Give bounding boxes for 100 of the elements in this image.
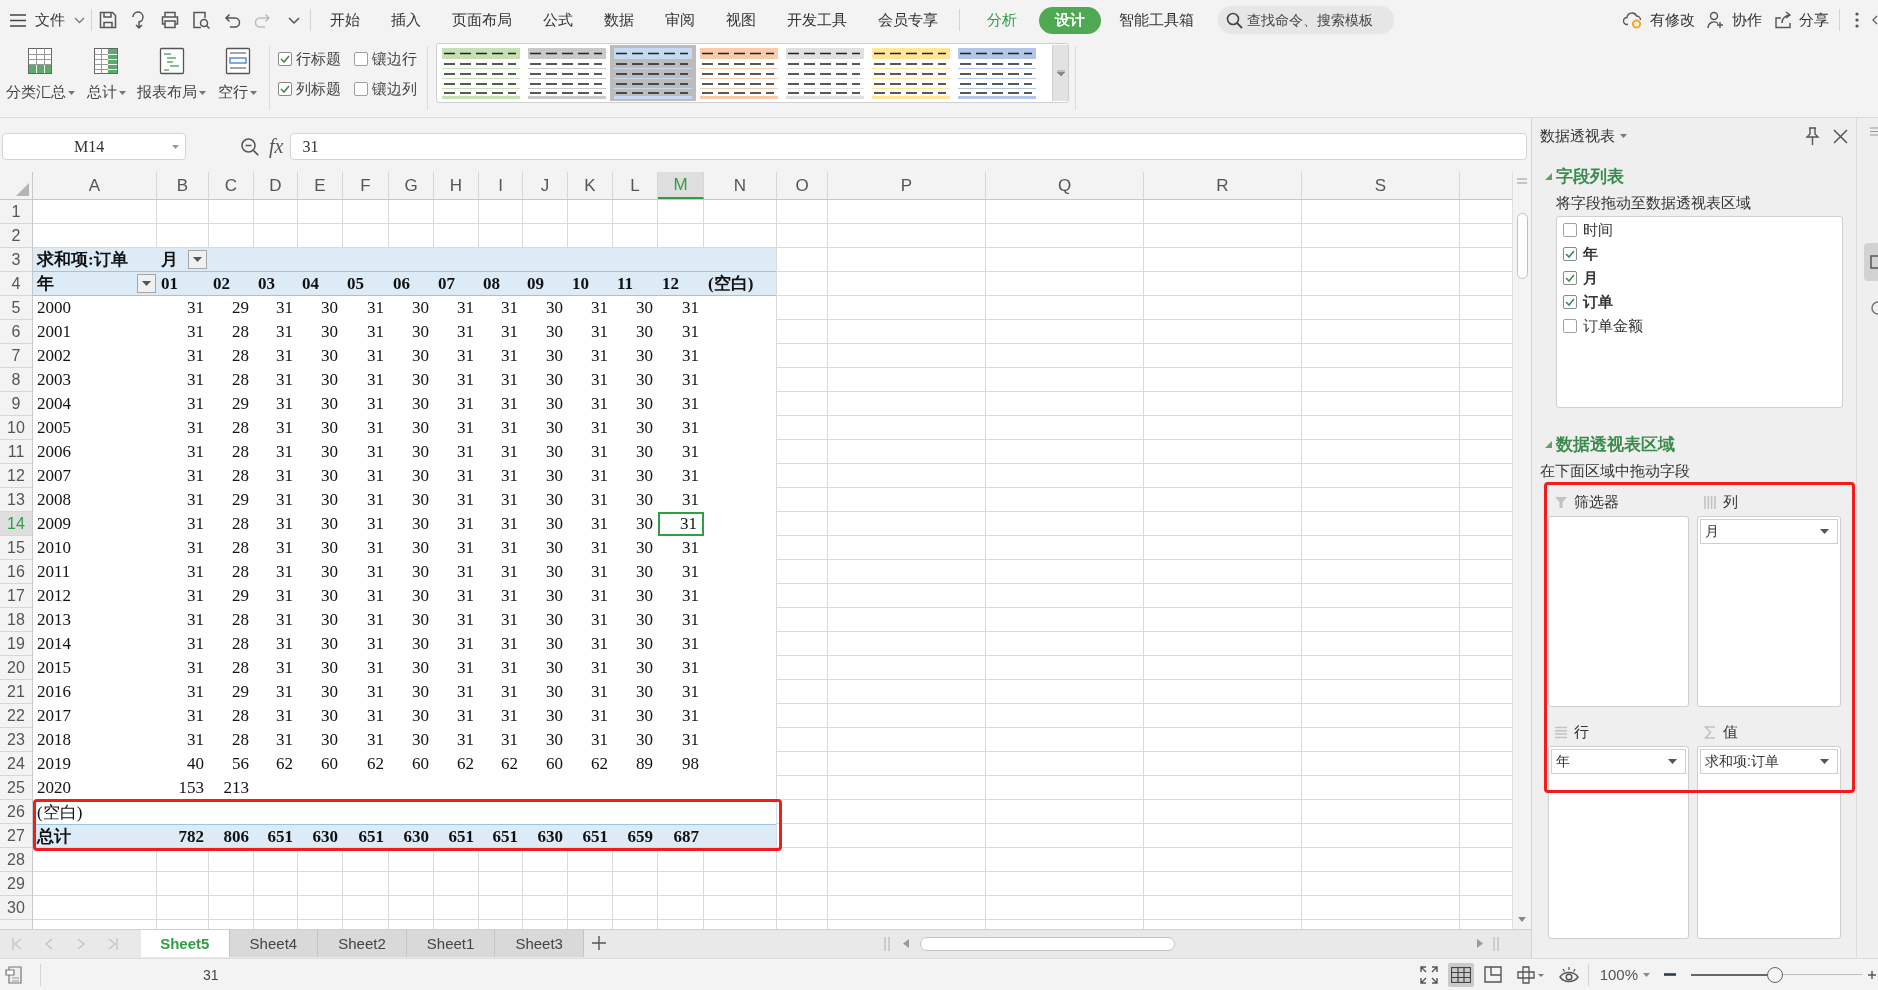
filter-dropdown-button[interactable] [137,274,156,293]
sheet-tab[interactable]: Sheet3 [495,930,584,957]
column-header[interactable]: A [33,172,157,199]
scroll-left-icon[interactable] [903,939,909,948]
grip-icon[interactable] [1493,936,1499,951]
checkbox[interactable] [1563,295,1577,309]
row-header[interactable]: 5 [0,296,32,320]
column-header[interactable]: D [254,172,298,199]
row-header[interactable]: 26 [0,800,32,824]
row-header[interactable]: 1 [0,200,32,224]
ribbon-tab[interactable]: 开始 [314,6,375,34]
ribbon-tab[interactable]: 公式 [527,6,588,34]
ribbon-tab[interactable]: 视图 [710,6,771,34]
checkbox[interactable] [1563,247,1577,261]
field-name[interactable]: 订单金额 [1583,316,1643,336]
table-style-option[interactable] [610,45,696,101]
row-header[interactable]: 7 [0,344,32,368]
selected-cell[interactable]: 31 [658,512,704,536]
ribbon-tab[interactable]: 开发工具 [771,6,862,34]
row-header[interactable]: 16 [0,560,32,584]
ribbon-tab[interactable]: 数据 [588,6,649,34]
column-header[interactable]: G [389,172,434,199]
field-dropdown[interactable]: 年 [1551,749,1686,774]
toolbar-action-button[interactable]: 有修改 [1623,10,1695,30]
vertical-scrollbar[interactable] [1512,172,1531,929]
sheet-tab[interactable]: Sheet4 [229,930,319,957]
field-name[interactable]: 月 [1583,268,1598,288]
column-header[interactable]: Q [986,172,1144,199]
gallery-more-button[interactable] [1052,45,1068,101]
row-header[interactable]: 19 [0,632,32,656]
row-header[interactable]: 21 [0,680,32,704]
column-header[interactable]: F [343,172,389,199]
column-header[interactable]: H [434,172,479,199]
checkbox[interactable] [278,52,292,66]
checkbox[interactable] [278,82,292,96]
ribbon-button[interactable]: 报表布局 [137,46,206,102]
column-header[interactable]: O [777,172,828,199]
ribbon-tab[interactable]: 插入 [375,6,436,34]
ribbon-button[interactable]: 空行 [217,46,258,102]
slider-thumb[interactable] [1766,966,1783,983]
collapse-triangle-icon[interactable] [1545,172,1552,180]
column-header[interactable]: N [704,172,777,199]
row-header[interactable]: 12 [0,464,32,488]
column-header[interactable]: J [523,172,568,199]
name-box[interactable]: M14 [2,133,186,160]
collapse-triangle-icon[interactable] [1545,440,1552,448]
sheet-tab[interactable]: Sheet1 [406,930,496,957]
row-header[interactable]: 30 [0,896,32,920]
checkbox-label[interactable]: 行标题 [296,49,341,69]
row-header[interactable]: 20 [0,656,32,680]
checkbox[interactable] [354,52,368,66]
row-header[interactable]: 24 [0,752,32,776]
printer-icon[interactable] [160,10,180,30]
scroll-right-icon[interactable] [1477,939,1483,948]
field-name[interactable]: 时间 [1583,220,1613,240]
column-header[interactable]: K [568,172,613,199]
row-header[interactable]: 17 [0,584,32,608]
checkbox[interactable] [354,82,368,96]
ribbon-tab[interactable]: 智能工具箱 [1103,6,1209,34]
checkbox-label[interactable]: 镶边列 [372,79,417,99]
column-header[interactable]: C [209,172,254,199]
checkbox[interactable] [1563,319,1577,333]
ribbon-tab[interactable]: 审阅 [649,6,710,34]
scroll-down-icon[interactable] [1518,917,1526,922]
scrollbar-thumb[interactable] [920,936,1175,951]
row-header[interactable]: 6 [0,320,32,344]
column-header[interactable]: B [157,172,209,199]
row-header[interactable]: 10 [0,416,32,440]
row-header[interactable]: 15 [0,536,32,560]
column-header[interactable]: P [828,172,986,199]
ribbon-button[interactable]: 分类汇总 [5,46,75,102]
row-header[interactable]: 18 [0,608,32,632]
row-header[interactable]: 29 [0,872,32,896]
ribbon-button[interactable]: 总计 [86,46,126,102]
row-header[interactable]: 11 [0,440,32,464]
field-dropdown[interactable]: 月 [1700,519,1838,544]
row-header[interactable]: 25 [0,776,32,800]
column-header[interactable]: S [1302,172,1460,199]
plus-icon[interactable] [591,936,606,950]
close-icon[interactable] [1833,128,1848,144]
lines-icon[interactable] [1870,127,1878,136]
checkbox-label[interactable]: 镶边行 [372,49,417,69]
ribbon-tab[interactable]: 页面布局 [436,6,527,34]
panel-menu-button[interactable]: 数据透视表 [1540,126,1627,146]
field-dropdown[interactable]: 求和项:订单 [1700,749,1838,774]
row-header[interactable]: 28 [0,848,32,872]
split-handle-icon[interactable] [1517,178,1527,184]
row-header[interactable]: 23 [0,728,32,752]
filter-dropdown-button[interactable] [188,250,207,269]
scrollbar-thumb[interactable] [1516,213,1528,279]
row-header[interactable]: 9 [0,392,32,416]
checkbox[interactable] [1563,271,1577,285]
column-header[interactable]: E [298,172,343,199]
magnifier-icon[interactable] [240,137,260,157]
formula-field[interactable]: 31 [290,133,1527,160]
drop-zone[interactable]: 求和项:订单 [1697,746,1841,939]
field-name[interactable]: 年 [1583,244,1598,264]
field-name[interactable]: 订单 [1583,292,1613,312]
row-header[interactable]: 3 [0,248,32,272]
chevron-left-icon[interactable] [1872,15,1878,25]
